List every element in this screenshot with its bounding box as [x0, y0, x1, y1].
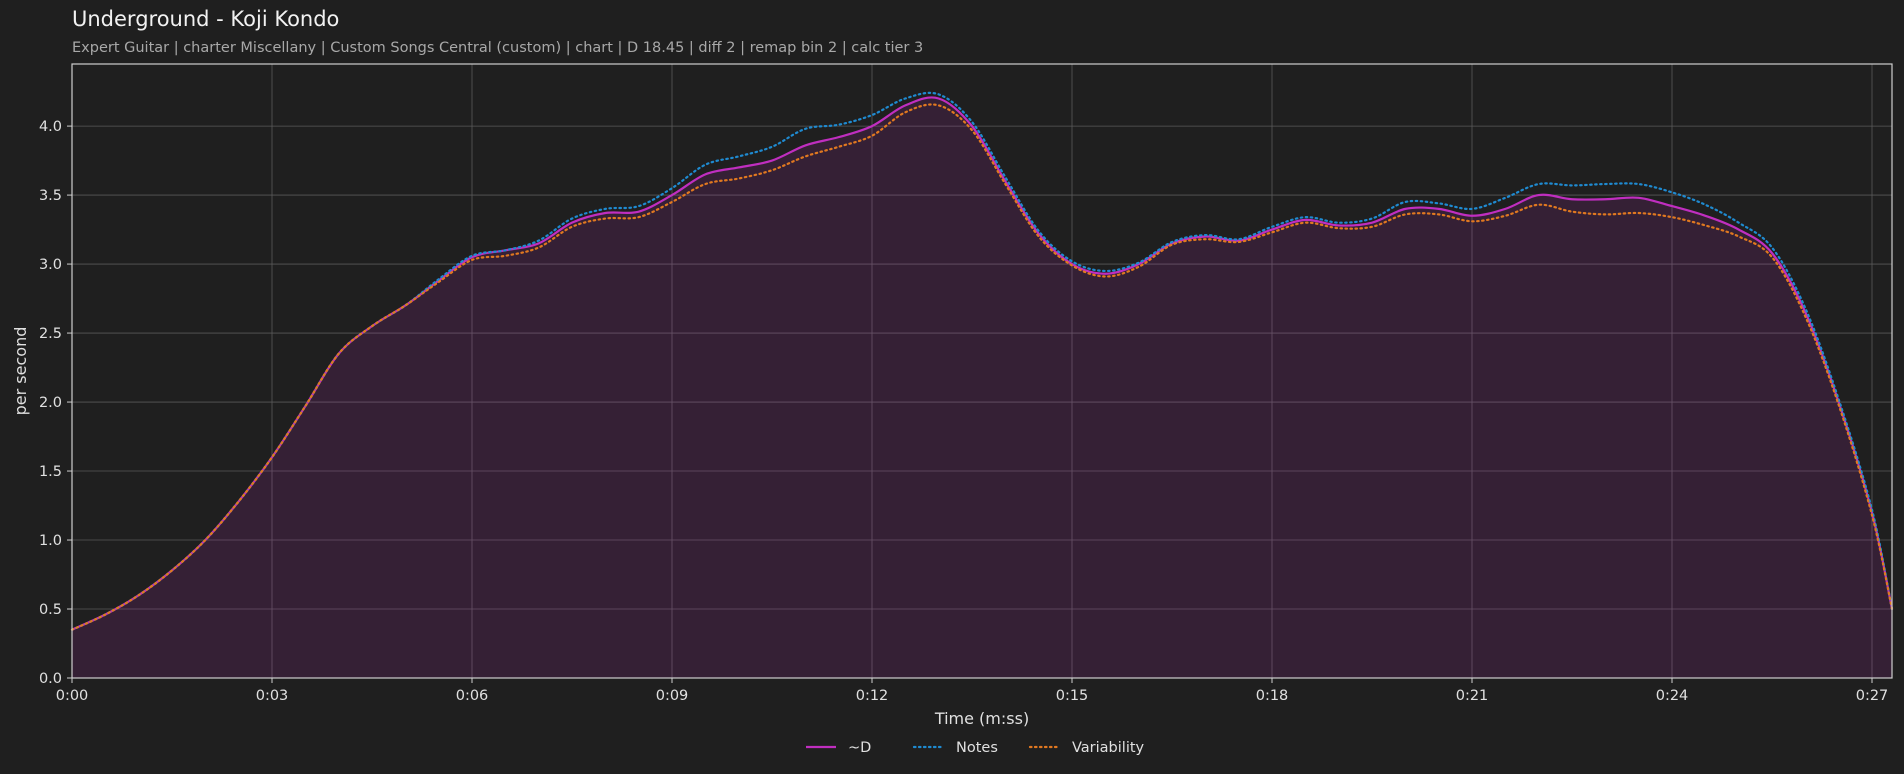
y-tick-label: 3.5	[39, 188, 62, 204]
x-tick-label: 0:21	[1456, 688, 1489, 704]
x-tick-label: 0:18	[1256, 688, 1289, 704]
y-tick-label: 2.0	[39, 395, 62, 411]
y-tick-label: 3.0	[39, 257, 62, 273]
x-axis-ticks: 0:00 0:03 0:06 0:09 0:12 0:15 0:18 0:21 0:24 0:27	[56, 678, 1889, 704]
x-tick-label: 0:09	[656, 688, 689, 704]
y-tick-label: 4.0	[39, 119, 62, 135]
x-tick-label: 0:06	[456, 688, 489, 704]
legend-label: Variability	[1072, 740, 1145, 756]
x-tick-label: 0:15	[1056, 688, 1089, 704]
x-tick-label: 0:03	[256, 688, 289, 704]
x-tick-label: 0:00	[56, 688, 89, 704]
y-tick-label: 0.5	[39, 602, 62, 618]
legend-label: Notes	[956, 740, 998, 756]
y-tick-label: 0.0	[39, 671, 62, 687]
legend-item: Notes	[912, 740, 998, 756]
x-tick-label: 0:24	[1656, 688, 1689, 704]
y-tick-label: 1.0	[39, 533, 62, 549]
legend-item: Variability	[1028, 740, 1145, 756]
legend-item: ~D	[806, 740, 871, 756]
x-tick-label: 0:12	[856, 688, 889, 704]
y-axis-ticks: 0.0 0.5 1.0 1.5 2.0 2.5 3.0 3.5 4.0	[39, 119, 72, 687]
legend: ~D Notes Variability	[806, 740, 1145, 756]
line-chart: 0:00 0:03 0:06 0:09 0:12 0:15 0:18 0:21 0:24 0:27…	[11, 63, 1894, 756]
x-axis-label: Time (m:ss)	[934, 709, 1029, 728]
y-tick-label: 1.5	[39, 464, 62, 480]
x-tick-label: 0:27	[1856, 688, 1889, 704]
y-tick-label: 2.5	[39, 326, 62, 342]
y-axis-label: per second	[11, 327, 30, 416]
legend-label: ~D	[848, 740, 871, 756]
